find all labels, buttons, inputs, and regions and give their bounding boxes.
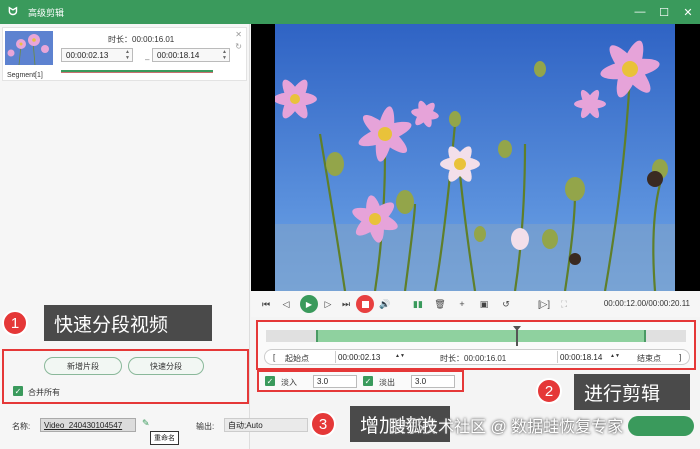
filename-value: Video_240430104547 <box>44 420 123 430</box>
spin-arrows-icon[interactable]: ▲▼ <box>125 49 130 61</box>
bracket-close-icon: ] <box>679 353 682 362</box>
reset-icon[interactable]: ↺ <box>499 297 513 311</box>
segment-start-field[interactable]: 00:00:02.13 ▲ ▼ <box>61 48 133 62</box>
fade-in-input[interactable]: 3.0 <box>313 375 357 388</box>
quick-split-button[interactable]: 快速分段 <box>128 357 204 375</box>
filename-input[interactable]: Video_240430104547 <box>40 418 136 432</box>
split-icon[interactable]: ▮▮ <box>411 297 425 311</box>
start-export-button[interactable] <box>628 416 694 436</box>
segment-duration: 时长：00:00:16.01 <box>108 35 175 44</box>
video-frame <box>275 24 675 291</box>
edit-icon[interactable]: ✎ <box>142 418 150 429</box>
volume-icon[interactable]: 🔊 <box>378 297 392 311</box>
range-separator: – <box>145 55 150 64</box>
annotation-callout-1: 快速分段视频 <box>44 305 212 341</box>
bracket-open-icon: [ <box>273 353 276 362</box>
segment-range-underline <box>61 72 213 73</box>
fade-out-label: 淡出 <box>379 378 395 387</box>
annotation-badge-1: 1 <box>2 310 28 336</box>
playback-time: 00:00:12.00/00:00:20.11 <box>603 299 690 308</box>
play-button[interactable]: ▶ <box>300 295 318 313</box>
stop-button[interactable] <box>356 295 374 313</box>
selected-range[interactable] <box>316 330 646 342</box>
play-icon: ▶ <box>305 299 313 309</box>
end-time-field[interactable]: 00:00:18.14 <box>557 351 617 363</box>
close-icon[interactable]: ✕ <box>235 30 242 39</box>
segment-start-value: 00:00:02.13 <box>66 50 109 60</box>
spin-arrows-icon[interactable]: ▲▼ <box>395 353 405 359</box>
watermark: 搜狐技术社区 @ 数据蛙恢复专家 <box>390 419 624 436</box>
stop-icon <box>361 300 369 308</box>
annotation-badge-2: 2 <box>536 378 562 404</box>
player-controls: ⏮ ◁ ▶ ▷ ⏭ 🔊 ▮▮ 🗑 + ▣ ↺ [▷] ⛶ 00:00:12.00… <box>251 291 700 317</box>
close-button[interactable]: ✕ <box>682 6 694 19</box>
range-duration: 时长：00:00:16.01 <box>440 354 507 363</box>
fade-out-input[interactable]: 3.0 <box>411 375 455 388</box>
fade-in-label: 淡入 <box>281 378 297 387</box>
step-forward-icon[interactable]: ▷ <box>321 297 335 311</box>
range-row: [ 起始点 00:00:02.13 ▲▼ 时长：00:00:16.01 00:0… <box>264 349 690 365</box>
timeline-track[interactable] <box>266 326 686 346</box>
segment-thumbnail <box>5 31 53 65</box>
window-title: 高级剪辑 <box>28 7 65 18</box>
fade-out-checkbox[interactable]: ✓ <box>363 376 373 386</box>
rename-tooltip: 重命名 <box>150 431 179 445</box>
segment-end-value: 00:00:18.14 <box>157 50 200 60</box>
skip-start-icon[interactable]: ⏮ <box>259 297 273 311</box>
start-time-value: 00:00:02.13 <box>338 352 381 362</box>
fade-in-value: 3.0 <box>317 377 329 386</box>
minimize-button[interactable]: — <box>634 6 646 18</box>
playhead-handle[interactable] <box>513 326 521 346</box>
set-start-button[interactable]: 起始点 <box>285 353 309 364</box>
segment-end-field[interactable]: 00:00:18.14 ▲ ▼ <box>152 48 230 62</box>
maximize-button[interactable]: ☐ <box>658 6 670 19</box>
fade-in-checkbox[interactable]: ✓ <box>265 376 275 386</box>
spin-arrows-icon[interactable]: ▲▼ <box>222 49 227 61</box>
fade-out-value: 3.0 <box>415 377 427 386</box>
end-time-value: 00:00:18.14 <box>560 352 603 362</box>
set-end-button[interactable]: 结束点 <box>637 353 661 364</box>
segment-card[interactable]: Segment[1] 时长：00:00:16.01 00:00:02.13 ▲ ▼… <box>2 27 247 81</box>
output-value: 自动;Auto <box>228 420 263 430</box>
window-controls: — ☐ ✕ <box>634 0 694 24</box>
app-logo-icon: ᗢ <box>8 5 18 18</box>
output-select[interactable]: 自动;Auto <box>224 418 308 432</box>
copy-icon[interactable]: ▣ <box>477 297 491 311</box>
new-segment-button[interactable]: 新增片段 <box>44 357 122 375</box>
timeline-editor: [ 起始点 00:00:02.13 ▲▼ 时长：00:00:16.01 00:0… <box>256 320 696 370</box>
video-preview[interactable] <box>251 24 700 291</box>
delete-icon[interactable]: 🗑 <box>433 297 447 311</box>
annotation-callout-2: 进行剪辑 <box>574 374 690 410</box>
name-label: 名称: <box>12 422 31 431</box>
segment-label: Segment[1] <box>7 72 43 79</box>
refresh-icon[interactable]: ↻ <box>235 42 242 51</box>
add-icon[interactable]: + <box>455 297 469 311</box>
merge-all-label: 合并所有 <box>28 388 60 397</box>
skip-end-icon[interactable]: ⏭ <box>339 297 353 311</box>
output-label: 输出: <box>196 422 215 431</box>
spin-arrows-icon[interactable]: ▲▼ <box>610 353 620 359</box>
annotation-badge-3: 3 <box>310 411 336 437</box>
start-time-field[interactable]: 00:00:02.13 <box>335 351 403 363</box>
title-bar: ᗢ 高级剪辑 — ☐ ✕ <box>0 0 700 24</box>
merge-all-checkbox[interactable]: ✓ <box>13 386 23 396</box>
step-back-icon[interactable]: ◁ <box>279 297 293 311</box>
screenshot-icon[interactable]: ⛶ <box>557 297 571 311</box>
effects-panel: ✓ 淡入 3.0 ✓ 淡出 3.0 <box>257 370 464 392</box>
fit-icon[interactable]: [▷] <box>537 297 551 311</box>
